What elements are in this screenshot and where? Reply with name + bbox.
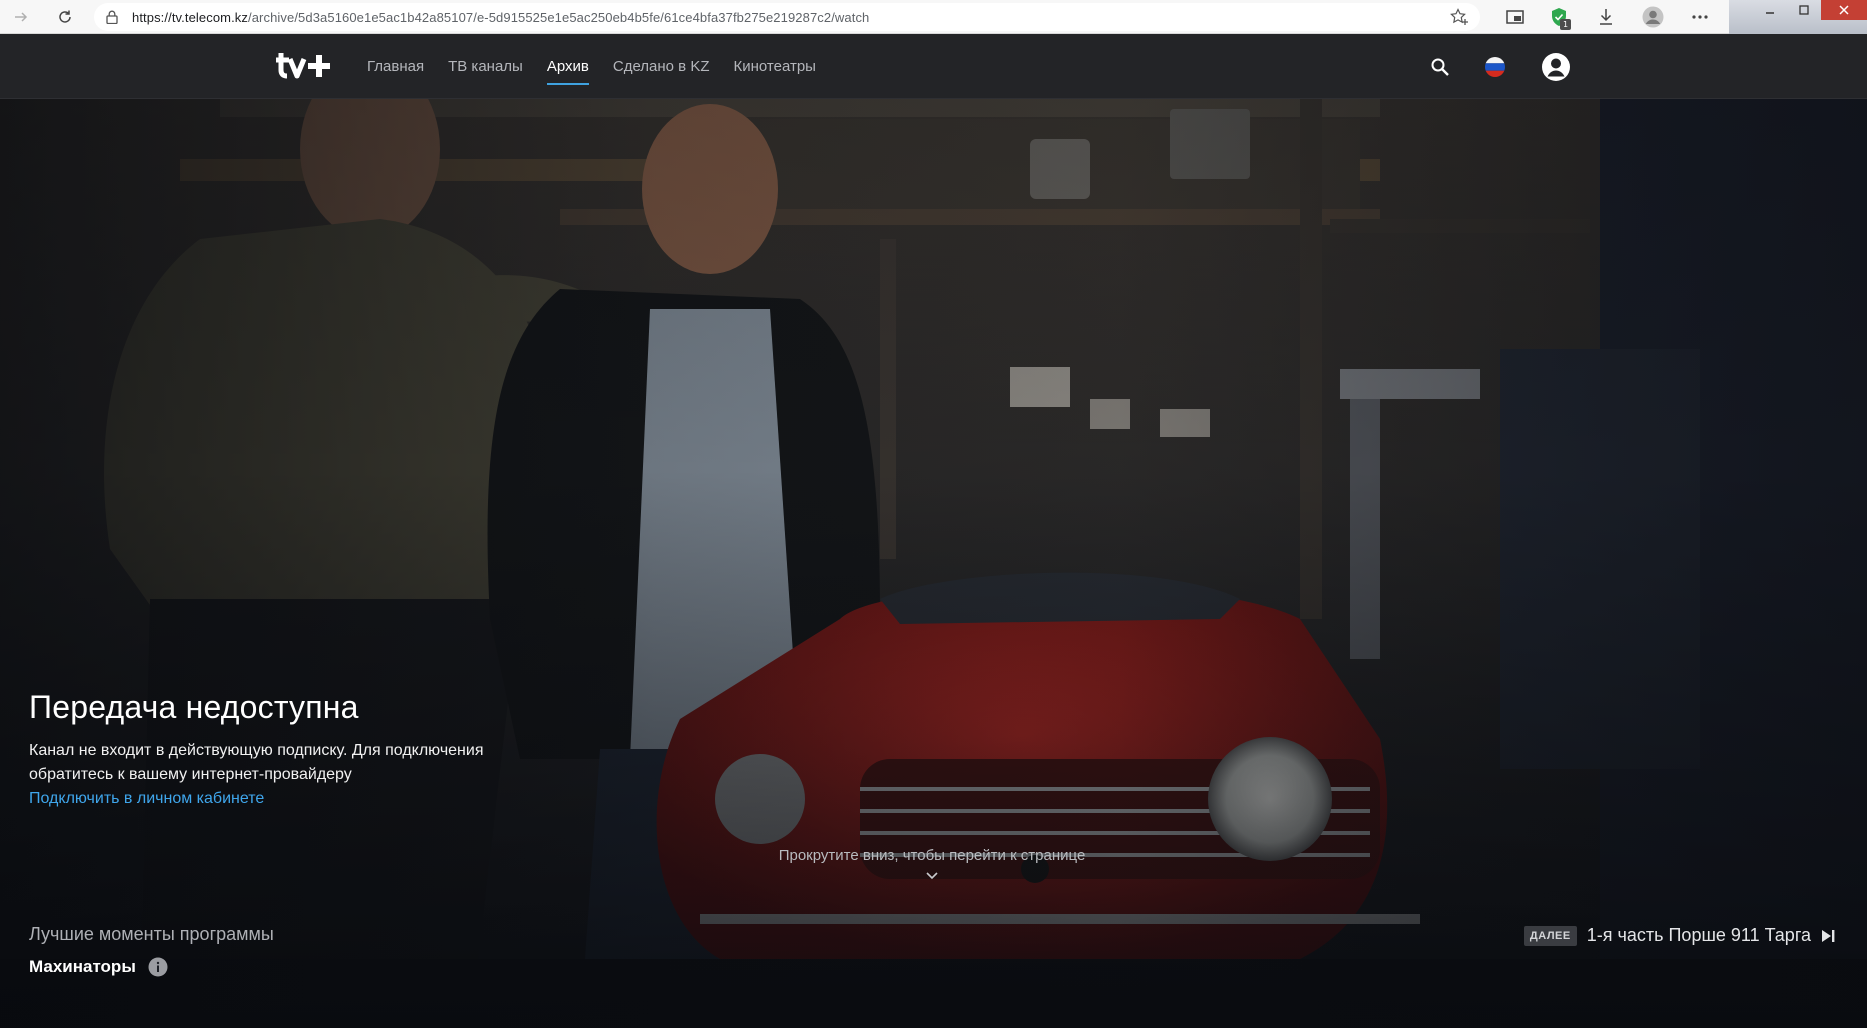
maximize-icon: [1799, 5, 1809, 15]
hero-overlay: [0, 99, 1867, 1028]
nav-item-tv-channels[interactable]: ТВ каналы: [448, 52, 523, 81]
unavailable-title: Передача недоступна: [29, 689, 359, 725]
back-button[interactable]: [8, 4, 34, 30]
profile-icon[interactable]: [1640, 4, 1666, 30]
lock-icon: [106, 10, 120, 24]
connect-in-cabinet-link[interactable]: Подключить в личном кабинете: [29, 787, 264, 811]
minimize-button[interactable]: [1753, 0, 1787, 20]
extension-badge: 1: [1560, 19, 1571, 30]
arrow-right-icon: [15, 12, 28, 22]
search-icon[interactable]: [1427, 54, 1453, 80]
program-info: Лучшие моменты программы Махинаторы: [29, 924, 274, 977]
tv-plus-logo[interactable]: [275, 49, 337, 81]
add-favorite-icon[interactable]: [1450, 8, 1470, 26]
more-icon[interactable]: [1687, 4, 1713, 30]
close-icon: [1839, 5, 1849, 15]
scroll-hint: Прокрутите вниз, чтобы перейти к страниц…: [778, 847, 1086, 864]
account-icon[interactable]: [1541, 52, 1571, 82]
url-host: https://tv.telecom.kz: [132, 9, 249, 25]
next-badge: ДАЛЕЕ: [1523, 925, 1577, 946]
info-icon[interactable]: [148, 957, 168, 977]
window-controls: [1729, 0, 1867, 34]
browser-toolbar: https://tv.telecom.kz/archive/5d3a5160e1…: [0, 0, 1867, 34]
program-title-row: Махинаторы: [29, 957, 274, 977]
nav-item-made-in-kz[interactable]: Сделано в KZ: [613, 52, 710, 81]
main-nav: Главная ТВ каналы Архив Сделано в KZ Кин…: [367, 34, 840, 99]
nav-item-home[interactable]: Главная: [367, 52, 424, 81]
next-episode-title: 1-я часть Порше 911 Тарга: [1586, 925, 1811, 945]
unavailable-description: Канал не входит в действующую подписку. …: [29, 742, 484, 783]
russian-flag-icon[interactable]: [1482, 54, 1508, 80]
address-bar[interactable]: https://tv.telecom.kz/archive/5d3a5160e1…: [94, 3, 1480, 31]
nav-item-archive[interactable]: Архив: [546, 52, 589, 85]
skip-next-icon: [1819, 927, 1837, 945]
nav-item-cinemas[interactable]: Кинотеатры: [733, 52, 815, 81]
maximize-button[interactable]: [1787, 0, 1821, 20]
shield-extension-icon[interactable]: 1: [1546, 4, 1572, 30]
picture-in-picture-icon[interactable]: [1502, 4, 1528, 30]
url-text: https://tv.telecom.kz/archive/5d3a5160e1…: [132, 10, 869, 25]
hero-unavailable-player: Передача недоступна Канал не входит в де…: [0, 99, 1867, 1028]
chevron-down-icon[interactable]: [924, 869, 940, 881]
site-header: Главная ТВ каналы Архив Сделано в KZ Кин…: [0, 34, 1867, 99]
download-icon[interactable]: [1593, 4, 1619, 30]
reload-icon: [59, 10, 71, 23]
reload-button[interactable]: [52, 4, 78, 30]
program-subtitle: Лучшие моменты программы: [29, 924, 274, 944]
url-path: /archive/5d3a5160e1e5ac1b42a85107/e-5d91…: [248, 9, 870, 25]
next-episode-button[interactable]: ДАЛЕЕ 1-я часть Порше 911 Тарга: [1523, 925, 1837, 946]
unavailable-message: Передача недоступна Канал не входит в де…: [29, 687, 549, 811]
program-title: Махинаторы: [29, 957, 136, 976]
close-window-button[interactable]: [1821, 0, 1867, 20]
minimize-icon: [1766, 12, 1774, 14]
